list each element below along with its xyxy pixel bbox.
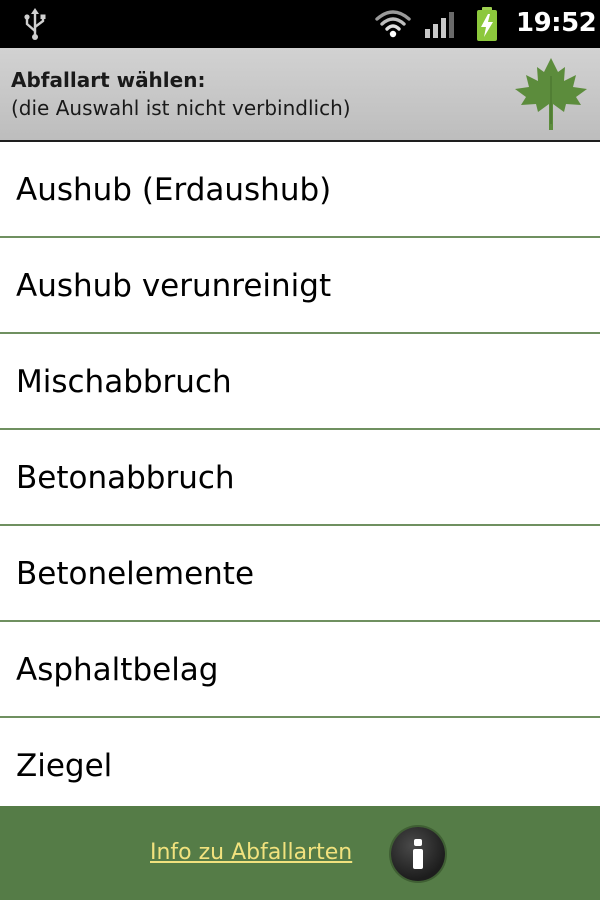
list-item[interactable]: Mischabbruch [0, 334, 600, 430]
app-screen: 19:52 Abfallart wählen: (die Auswahl ist… [0, 0, 600, 900]
maple-leaf-icon [512, 54, 590, 138]
list-item-label: Aushub (Erdaushub) [16, 172, 332, 208]
list-item-label: Asphaltbelag [16, 652, 219, 688]
list-item-label: Aushub verunreinigt [16, 268, 332, 304]
list-item[interactable]: Betonelemente [0, 526, 600, 622]
info-link[interactable]: Info zu Abfallarten [150, 838, 352, 868]
list-item-label: Betonelemente [16, 556, 255, 592]
list-item[interactable]: Aushub verunreinigt [0, 238, 600, 334]
usb-icon [22, 7, 48, 45]
list-item[interactable]: Ziegel [0, 718, 600, 814]
list-item[interactable]: Aushub (Erdaushub) [0, 142, 600, 238]
header-title: Abfallart wählen: [11, 68, 206, 92]
signal-icon [424, 11, 456, 43]
list-item-label: Ziegel [16, 748, 113, 784]
waste-type-list: Aushub (Erdaushub) Aushub verunreinigt M… [0, 142, 600, 814]
header-subtitle: (die Auswahl ist nicht verbindlich) [11, 96, 351, 120]
list-item[interactable]: Betonabbruch [0, 430, 600, 526]
status-clock: 19:52 [516, 8, 597, 38]
wifi-icon [374, 9, 412, 43]
battery-charging-icon [475, 6, 499, 46]
header: Abfallart wählen: (die Auswahl ist nicht… [0, 48, 600, 140]
info-button[interactable] [391, 827, 445, 881]
list-item-label: Betonabbruch [16, 460, 235, 496]
list-item-label: Mischabbruch [16, 364, 232, 400]
bottom-bar: Info zu Abfallarten [0, 806, 600, 900]
list-item[interactable]: Asphaltbelag [0, 622, 600, 718]
status-bar: 19:52 [0, 0, 600, 48]
